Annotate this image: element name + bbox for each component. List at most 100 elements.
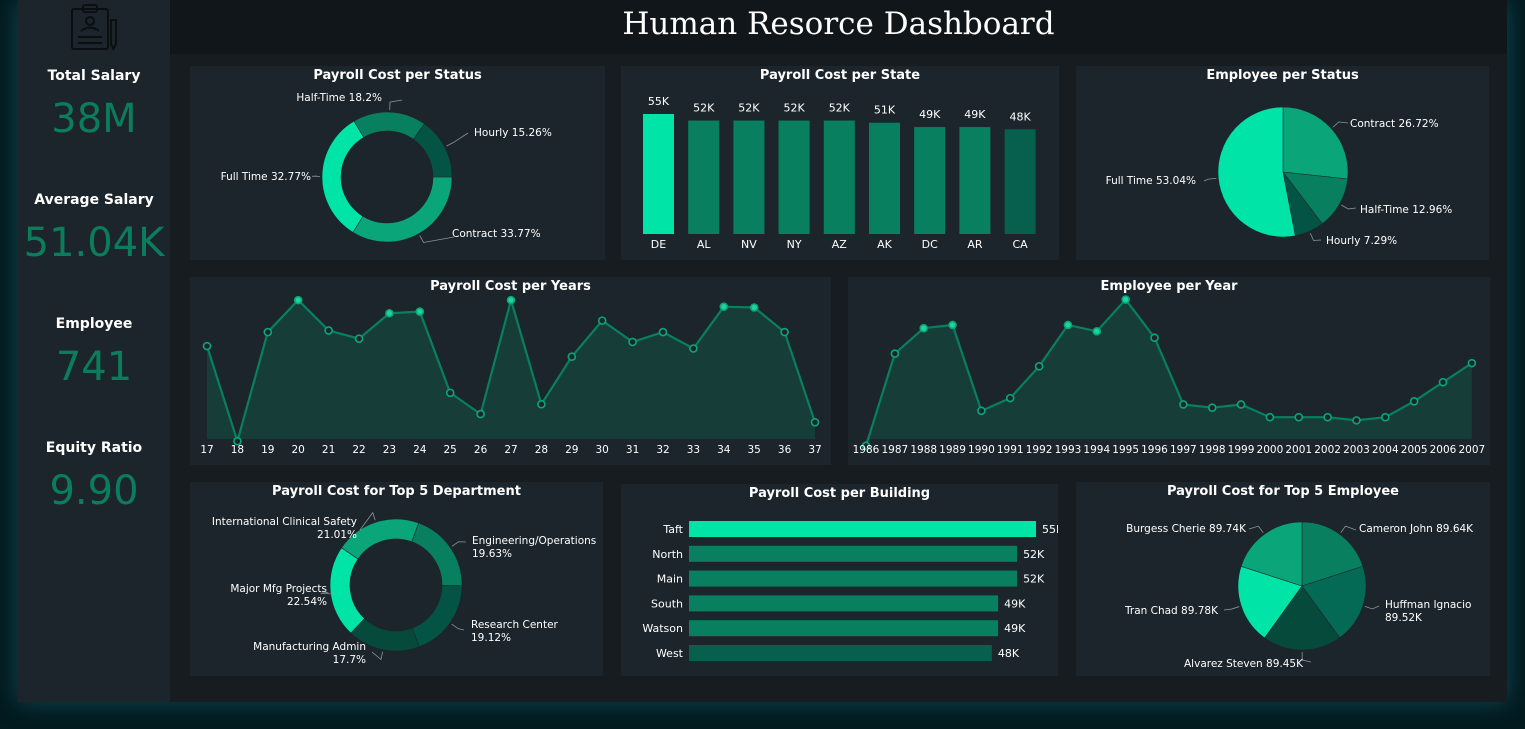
logo: [18, 0, 170, 54]
leader-line: [371, 651, 383, 661]
bar: [643, 114, 674, 234]
data-point: [689, 344, 698, 353]
data-label: 22.54%: [287, 596, 327, 608]
payroll-employee-pie[interactable]: Cameron John 89.64K Huffman Ignacio89.52K…: [1076, 482, 1490, 676]
leader-line: [419, 235, 455, 243]
tick-label: 22: [352, 444, 365, 456]
tick-label: DC: [922, 238, 938, 251]
data-label: Research Center: [471, 619, 559, 631]
data-label: Hourly 15.26%: [474, 127, 552, 139]
dashboard-frame: Human Resorce Dashboard Total Salary 38M…: [18, 0, 1507, 702]
tick-label: 1989: [939, 444, 966, 456]
data-label: Major Mfg Projects: [230, 583, 327, 595]
data-point: [890, 349, 900, 358]
kpi-equity-ratio-value: 9.90: [49, 468, 139, 514]
tick-label: 2000: [1257, 444, 1284, 456]
panel-payroll-state[interactable]: Payroll Cost per State 55K DE 52K AL 52K NV 52…: [621, 66, 1059, 260]
data-label: Full Time 32.77%: [221, 171, 311, 183]
leader-line: [1309, 233, 1322, 241]
panel-payroll-years[interactable]: Payroll Cost per Years 17 18 19 20 21 22 23 24 2…: [190, 277, 831, 465]
data-point: [628, 337, 637, 347]
data-point: [476, 409, 485, 419]
bar: [689, 521, 1036, 537]
payroll-state-bar-chart[interactable]: 55K DE 52K AL 52K NV 52K NY 52K AZ 51K AK 49K DC 49K AR…: [621, 66, 1059, 260]
payroll-status-donut[interactable]: Contract 33.77% Full Time 32.77% Half-Time…: [190, 66, 605, 260]
tick-label: Taft: [662, 523, 683, 536]
tick-label: 1998: [1199, 444, 1226, 456]
data-point: [263, 327, 273, 337]
data-point: [445, 388, 455, 398]
payroll-years-area-chart[interactable]: 17 18 19 20 21 22 23 24 25 26 27 28 29 30 31 32 33 34 35 36…: [190, 277, 831, 465]
data-point: [1352, 416, 1361, 425]
bar: [689, 545, 1018, 562]
data-label: International Clinical Safety: [212, 516, 357, 528]
tick-label: 2007: [1458, 444, 1485, 456]
data-label: 21.01%: [317, 529, 357, 541]
leader-line: [1340, 525, 1357, 533]
payroll-department-donut[interactable]: Engineering/Operations19.63% Research Cen…: [190, 482, 603, 676]
kpi-equity-ratio-label: Equity Ratio: [45, 440, 143, 456]
bar: [689, 570, 1018, 587]
panel-payroll-status[interactable]: Payroll Cost per Status Contract 33.77% F…: [190, 66, 605, 260]
data-point: [1265, 412, 1275, 422]
tick-label: 1996: [1141, 444, 1168, 456]
tick-label: South: [651, 597, 683, 610]
tick-label: 1991: [997, 444, 1024, 456]
tick-label: 23: [383, 444, 396, 456]
pie-slice: [1282, 106, 1349, 180]
payroll-building-bar-chart[interactable]: Taft 55K North 52K Main 52K South 49K Watson 49K W…: [621, 484, 1058, 676]
data-label: 89.52K: [1385, 612, 1423, 624]
tick-label: 1999: [1228, 444, 1255, 456]
data-point: [293, 295, 303, 305]
panel-payroll-employee[interactable]: Payroll Cost for Top 5 Employee Cameron …: [1076, 482, 1490, 676]
tick-label: 24: [413, 444, 427, 456]
employee-year-area-chart[interactable]: 1986 1987 1988 1989 1990 1991 1992 1993 1994 1995…: [848, 277, 1490, 465]
data-label: 52K: [738, 102, 760, 115]
pie-slice: [353, 111, 425, 140]
data-point: [506, 295, 516, 305]
bar: [689, 645, 992, 661]
data-label: 52K: [1023, 548, 1045, 561]
tick-label: 29: [565, 444, 578, 456]
tick-label: Main: [657, 573, 683, 586]
panel-employee-status[interactable]: Employee per Status Contract 26.72% Half-…: [1076, 66, 1489, 260]
employee-status-pie[interactable]: Contract 26.72% Half-Time 12.96% Hourly 7.…: [1076, 66, 1489, 260]
data-label: 52K: [1023, 573, 1045, 586]
tick-label: CA: [1012, 238, 1028, 251]
data-point: [537, 399, 546, 409]
tick-label: 2001: [1285, 444, 1312, 456]
bar: [688, 120, 720, 234]
bar: [689, 620, 999, 637]
leader-line: [1203, 177, 1217, 182]
data-point: [1034, 362, 1044, 371]
pie-slice: [411, 585, 463, 648]
tick-label: 26: [474, 444, 488, 456]
tick-label: 33: [687, 444, 700, 456]
leader-line: [389, 99, 403, 111]
tick-label: 30: [596, 444, 609, 456]
panel-payroll-department[interactable]: Payroll Cost for Top 5 Department Engine…: [190, 482, 603, 676]
data-point: [567, 352, 577, 361]
data-point: [749, 303, 759, 312]
kpi-average-salary-label: Average Salary: [34, 192, 154, 208]
data-point: [354, 334, 364, 343]
tick-label: 1997: [1170, 444, 1197, 456]
tick-label: 2004: [1372, 444, 1399, 456]
tick-label: 21: [322, 444, 335, 456]
data-label: Hourly 7.29%: [1326, 235, 1397, 247]
data-label: Cameron John 89.64K: [1359, 523, 1474, 535]
data-point: [1150, 333, 1159, 343]
panel-payroll-building[interactable]: Payroll Cost per Building Taft55KNorth52…: [621, 484, 1058, 676]
leader-line: [1223, 606, 1240, 611]
tick-label: 25: [444, 444, 457, 456]
tick-label: AR: [967, 238, 983, 251]
data-point: [597, 316, 607, 325]
panel-employee-year[interactable]: Employee per Year 1986 1987 1988 1989 1990 19…: [848, 277, 1490, 465]
pie-slice: [352, 176, 453, 243]
data-point: [1005, 393, 1015, 403]
tick-label: Watson: [642, 622, 683, 635]
data-label: Full Time 53.04%: [1106, 175, 1196, 187]
tick-label: 19: [261, 444, 274, 456]
data-label: 49K: [919, 108, 941, 121]
bar: [823, 120, 855, 234]
